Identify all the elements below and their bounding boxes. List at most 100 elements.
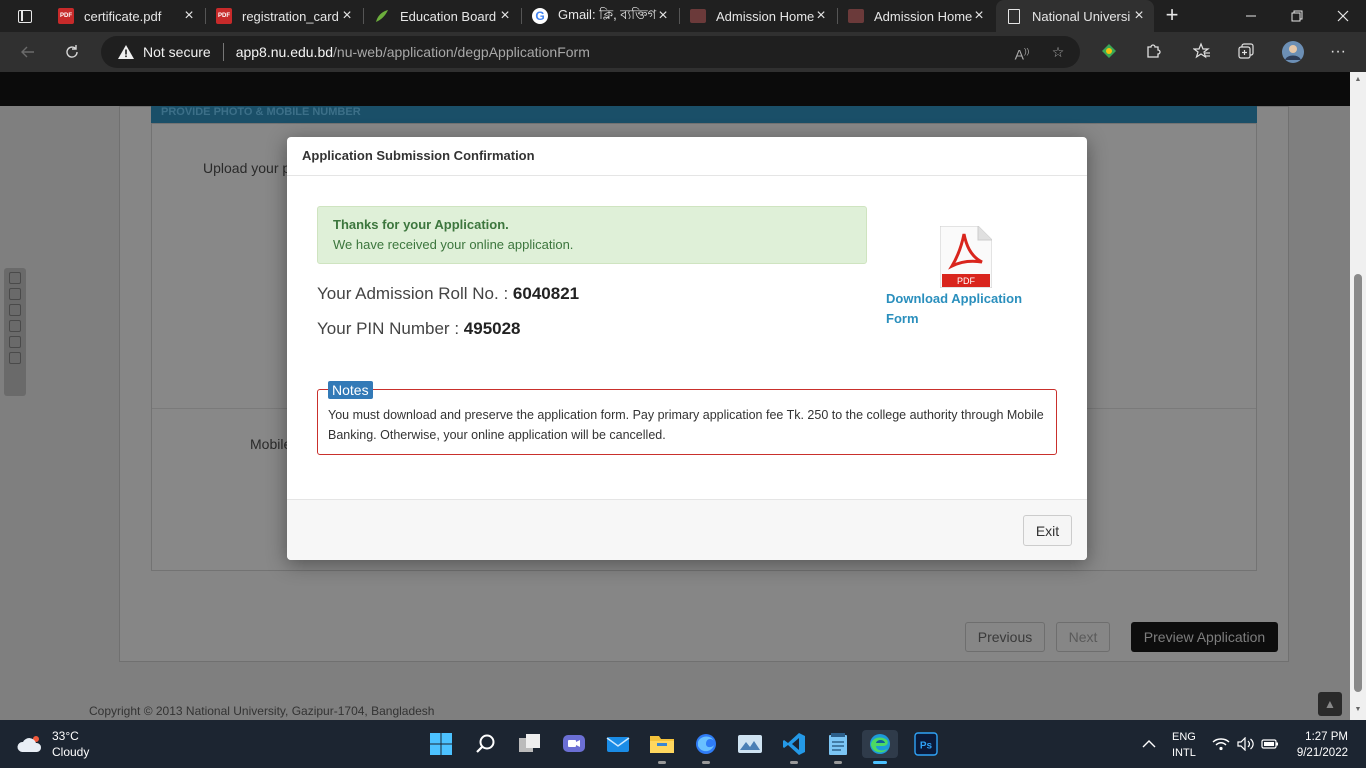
tool-icon[interactable]	[9, 288, 21, 300]
close-icon[interactable]: ×	[340, 8, 354, 24]
profile-avatar[interactable]	[1281, 40, 1305, 64]
tool-icon[interactable]	[9, 352, 21, 364]
edge-button[interactable]	[862, 730, 898, 764]
warning-icon[interactable]	[117, 44, 135, 60]
language-indicator[interactable]: ENG INTL	[1172, 729, 1196, 761]
close-window-button[interactable]	[1320, 0, 1366, 32]
battery-status[interactable]	[1261, 720, 1279, 768]
photoshop-button[interactable]: Ps	[912, 730, 940, 758]
close-icon[interactable]: ×	[498, 8, 512, 24]
scrollbar-thumb[interactable]	[1354, 274, 1362, 692]
new-tab-button[interactable]: +	[1160, 4, 1184, 28]
download-application-link[interactable]: Download Application Form	[886, 289, 1056, 329]
running-indicator	[790, 761, 798, 764]
start-button[interactable]	[427, 730, 455, 758]
tray-overflow-button[interactable]	[1142, 720, 1156, 768]
pin-label: Your PIN Number :	[317, 319, 464, 338]
minimize-button[interactable]	[1228, 0, 1274, 32]
tab-certificate[interactable]: PDF certificate.pdf ×	[48, 0, 204, 32]
page-scrollbar[interactable]: ▲ ▼	[1350, 72, 1366, 720]
temperature: 33°C	[52, 729, 79, 743]
firefox-button[interactable]	[692, 730, 720, 764]
alert-text: We have received your online application…	[333, 237, 574, 252]
scroll-to-top-button[interactable]: ▲	[1318, 692, 1342, 716]
teams-chat-button[interactable]	[560, 730, 588, 758]
pdf-icon[interactable]: PDF	[939, 225, 993, 289]
url-path: /nu-web/application/degpApplicationForm	[333, 44, 590, 60]
next-button[interactable]: Next	[1056, 622, 1110, 652]
close-icon[interactable]: ×	[1132, 8, 1146, 24]
close-icon[interactable]: ×	[182, 8, 196, 24]
speaker-icon	[1237, 737, 1254, 751]
photos-button[interactable]	[736, 730, 764, 758]
task-view-button[interactable]	[516, 730, 544, 758]
favorites-icon[interactable]	[1192, 42, 1212, 62]
tab-actions-button[interactable]	[8, 4, 42, 28]
firefox-icon	[696, 734, 716, 754]
system-clock[interactable]: 1:27 PM 9/21/2022	[1290, 729, 1348, 761]
browser-tab-strip: PDF certificate.pdf × PDF registration_c…	[0, 0, 1366, 32]
collections-icon[interactable]	[1236, 42, 1256, 62]
extension-colorful-icon[interactable]	[1099, 42, 1119, 62]
tab-admission-home-1[interactable]: Admission Home ×	[680, 0, 836, 32]
close-icon[interactable]: ×	[972, 8, 986, 24]
tab-gmail[interactable]: G Gmail: ক্লি, ব্যক্তিগ ×	[522, 0, 678, 32]
preview-application-button[interactable]: Preview Application	[1131, 622, 1278, 652]
notes-box: Notes You must download and preserve the…	[317, 381, 1057, 455]
notepad-button[interactable]	[824, 730, 852, 764]
add-favorite-icon[interactable]: ☆	[1049, 43, 1067, 61]
pin-number-line: Your PIN Number : 495028	[317, 319, 521, 339]
tab-admission-home-2[interactable]: Admission Home ×	[838, 0, 994, 32]
scroll-up-icon[interactable]: ▲	[1354, 76, 1362, 83]
copyright-text: Copyright © 2013 National University, Ga…	[89, 704, 435, 718]
roll-value: 6040821	[512, 284, 580, 303]
tab-national-university[interactable]: National Universi ×	[996, 0, 1154, 32]
tab-education-board[interactable]: Education Board ×	[364, 0, 520, 32]
clock-date: 9/21/2022	[1296, 747, 1348, 759]
address-bar[interactable]: Not secure app8.nu.edu.bd/nu-web/applica…	[101, 36, 1080, 68]
security-label[interactable]: Not secure	[143, 44, 211, 60]
section-header-text: PROVIDE PHOTO & MOBILE NUMBER	[161, 106, 361, 118]
previous-button[interactable]: Previous	[965, 622, 1045, 652]
tool-icon[interactable]	[9, 272, 21, 284]
file-explorer-button[interactable]	[648, 730, 676, 764]
battery-icon	[1261, 739, 1278, 749]
notepad-icon	[829, 733, 847, 755]
success-alert: Thanks for your Application. We have rec…	[317, 206, 867, 264]
address-separator	[222, 43, 224, 61]
back-button[interactable]	[14, 38, 42, 66]
scroll-down-icon[interactable]: ▼	[1354, 706, 1362, 713]
confirmation-modal: Application Submission Confirmation Than…	[287, 137, 1087, 560]
wifi-status[interactable]	[1212, 720, 1230, 768]
windows-icon	[430, 733, 452, 755]
more-menu-icon[interactable]: ···	[1328, 42, 1348, 62]
mail-icon	[606, 737, 630, 752]
tool-icon[interactable]	[9, 304, 21, 316]
close-icon[interactable]: ×	[814, 8, 828, 24]
pdf-icon: PDF	[216, 8, 232, 24]
extensions-puzzle-icon[interactable]	[1143, 42, 1163, 62]
url-host: app8.nu.edu.bd	[235, 44, 334, 60]
pin-value: 495028	[463, 319, 521, 338]
vscode-icon	[783, 733, 805, 755]
volume-status[interactable]	[1237, 720, 1255, 768]
restore-button[interactable]	[1274, 0, 1320, 32]
weather-widget[interactable]: 33°C Cloudy	[16, 728, 89, 760]
language-code: ENG	[1172, 731, 1196, 743]
refresh-button[interactable]	[58, 38, 86, 66]
tool-icon[interactable]	[9, 320, 21, 332]
close-icon	[1337, 10, 1349, 22]
side-toolbar	[4, 268, 26, 396]
close-icon[interactable]: ×	[656, 8, 670, 24]
mail-button[interactable]	[604, 730, 632, 758]
edge-icon	[870, 734, 890, 754]
pdf-badge-text: PDF	[957, 276, 976, 286]
photos-icon	[738, 735, 762, 753]
tab-registration-card[interactable]: PDF registration_card ×	[206, 0, 362, 32]
task-view-icon	[519, 734, 540, 752]
tool-icon[interactable]	[9, 336, 21, 348]
search-button[interactable]	[472, 730, 500, 758]
read-aloud-icon[interactable]: A))	[1013, 43, 1031, 63]
exit-button[interactable]: Exit	[1023, 515, 1072, 546]
vscode-button[interactable]	[780, 730, 808, 764]
